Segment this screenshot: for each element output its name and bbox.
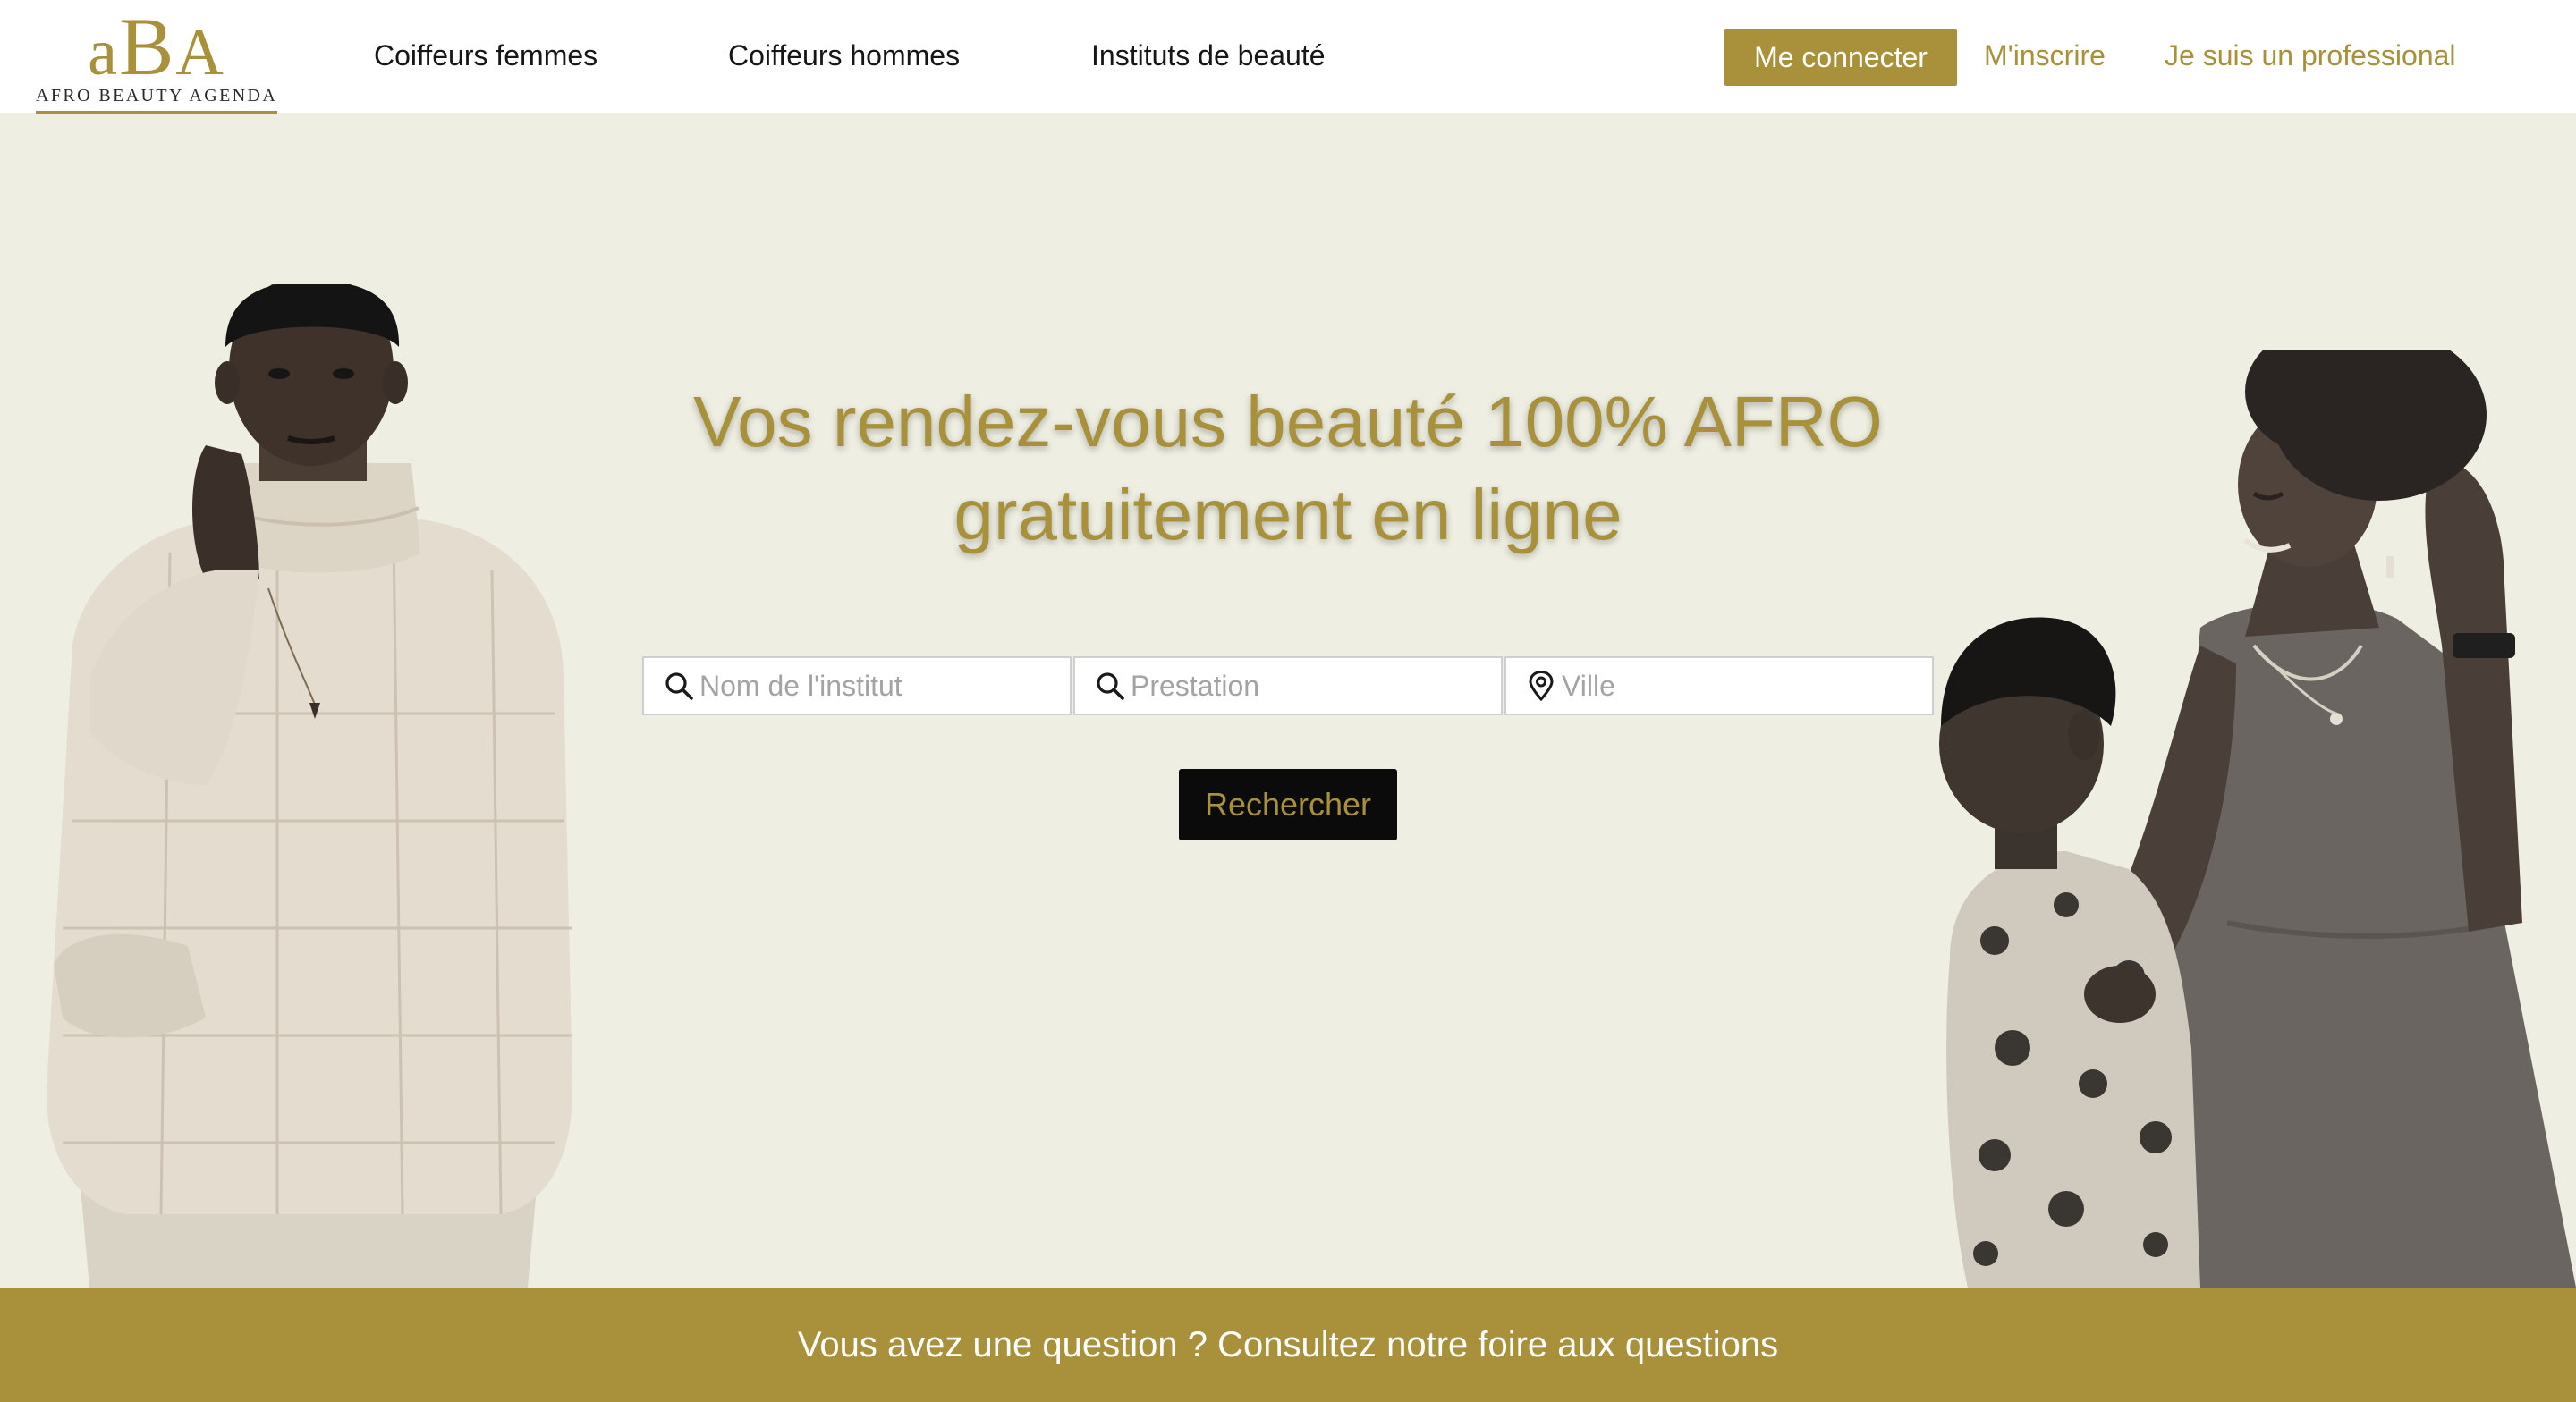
hero-woman-child-photo [1939,350,2576,1288]
nav-link-men-hairdressers[interactable]: Coiffeurs hommes [728,36,960,75]
institute-name-input[interactable] [699,658,1057,714]
nav-link-beauty-institutes[interactable]: Instituts de beauté [1091,36,1326,75]
location-pin-icon [1529,671,1554,701]
hero-man-photo [46,284,573,1288]
faq-banner-text[interactable]: Vous avez une question ? Consultez notre… [798,1325,1778,1364]
institute-name-field[interactable] [642,656,1072,715]
logo-monogram: aBA [36,5,277,88]
signup-link[interactable]: M'inscrire [1984,36,2106,75]
city-field[interactable] [1504,656,1934,715]
brand-logo[interactable]: aBA AFRO BEAUTY AGENDA [36,5,278,114]
search-bar [642,656,1934,715]
service-field[interactable] [1073,656,1503,715]
hero-title: Vos rendez-vous beauté 100% AFRO gratuit… [572,376,2004,562]
login-button[interactable]: Me connecter [1724,29,1957,86]
nav-link-women-hairdressers[interactable]: Coiffeurs femmes [374,36,597,75]
logo-monogram-prefix: a [88,16,120,89]
logo-tagline: AFRO BEAUTY AGENDA [36,86,278,106]
logo-monogram-suffix: A [175,16,225,89]
search-icon [1097,672,1124,700]
top-navigation-bar: aBA AFRO BEAUTY AGENDA Coiffeurs femmes … [0,0,2576,114]
hero-title-line-1: Vos rendez-vous beauté 100% AFRO [693,382,1883,461]
professional-link[interactable]: Je suis un professional [2165,36,2456,75]
search-icon [665,672,693,700]
hero-title-line-2: gratuitement en ligne [953,475,1623,554]
search-button[interactable]: Rechercher [1179,769,1397,840]
service-input[interactable] [1131,658,1488,714]
faq-banner[interactable]: Vous avez une question ? Consultez notre… [0,1288,2576,1402]
logo-underline [36,111,277,114]
logo-monogram-center: B [119,1,176,92]
city-input[interactable] [1562,658,1919,714]
